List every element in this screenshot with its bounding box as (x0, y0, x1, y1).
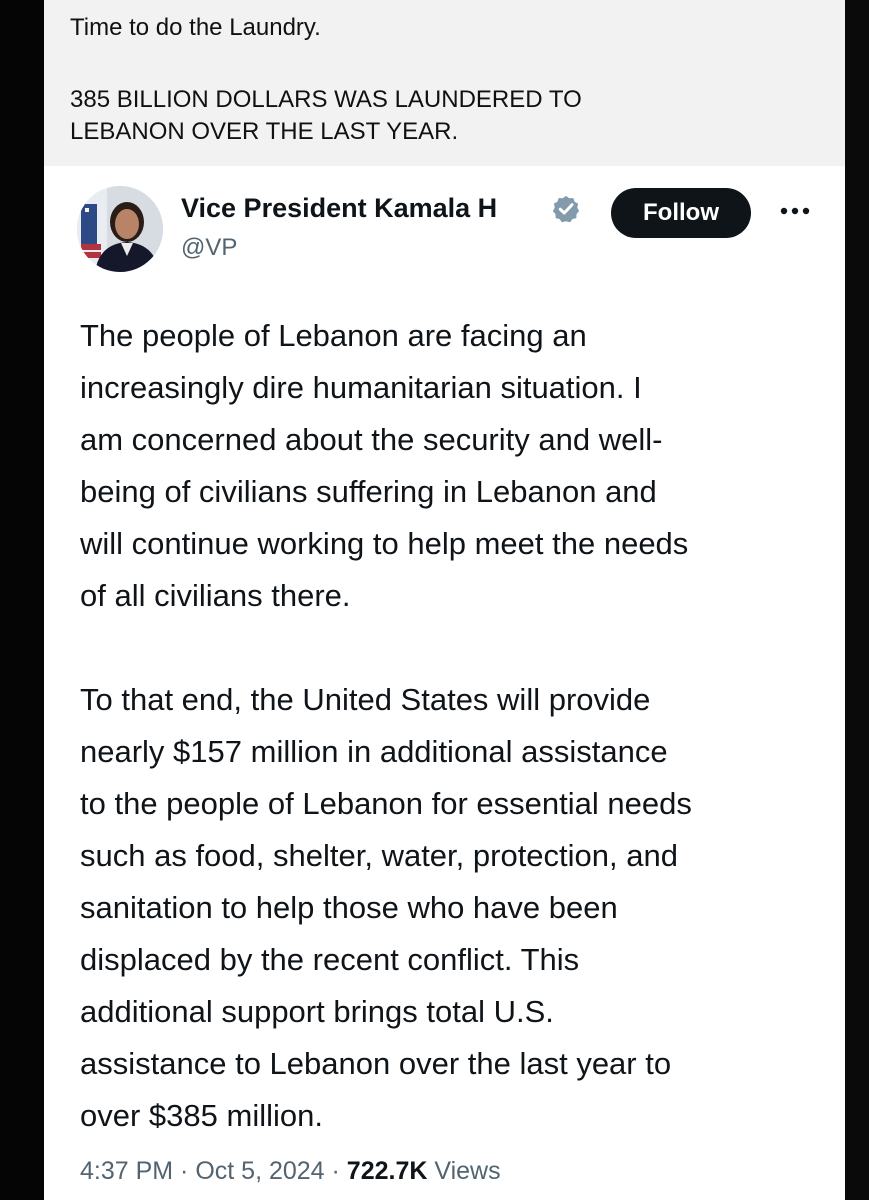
meta-separator: · (173, 1157, 196, 1185)
left-border (0, 0, 44, 1200)
views-label: Views (427, 1157, 501, 1185)
screenshot-frame: Time to do the Laundry. 385 BILLION DOLL… (0, 0, 869, 1200)
caption-line-1: Time to do the Laundry. (70, 14, 321, 41)
tweet-date[interactable]: Oct 5, 2024 (195, 1157, 324, 1185)
avatar[interactable] (77, 186, 163, 272)
verified-badge-icon (552, 195, 580, 223)
tweet-paragraph-2: To that end, the United States will prov… (80, 682, 692, 1133)
tweet-time[interactable]: 4:37 PM (80, 1157, 173, 1185)
more-options-icon[interactable] (777, 204, 813, 218)
caption-line-2: 385 BILLION DOLLARS WAS LAUNDERED TO (70, 86, 582, 113)
author-handle[interactable]: @VP (181, 232, 237, 264)
right-border (845, 0, 869, 1200)
embedded-tweet: Vice President Kamala H @VP Follow The p… (44, 166, 845, 1200)
tweet-metadata: 4:37 PM · Oct 5, 2024 · 722.7K Views (80, 1154, 501, 1188)
tweet-text: The people of Lebanon are facing an incr… (80, 310, 820, 1142)
author-display-name[interactable]: Vice President Kamala H (181, 190, 497, 226)
follow-button[interactable]: Follow (611, 188, 751, 238)
tweet-paragraph-1: The people of Lebanon are facing an incr… (80, 318, 689, 613)
views-count: 722.7K (346, 1157, 428, 1185)
post-caption: Time to do the Laundry. 385 BILLION DOLL… (44, 0, 845, 166)
caption-line-3: LEBANON OVER THE LAST YEAR. (70, 118, 459, 145)
meta-separator: · (324, 1157, 347, 1185)
avatar-portrait-icon (77, 186, 163, 272)
